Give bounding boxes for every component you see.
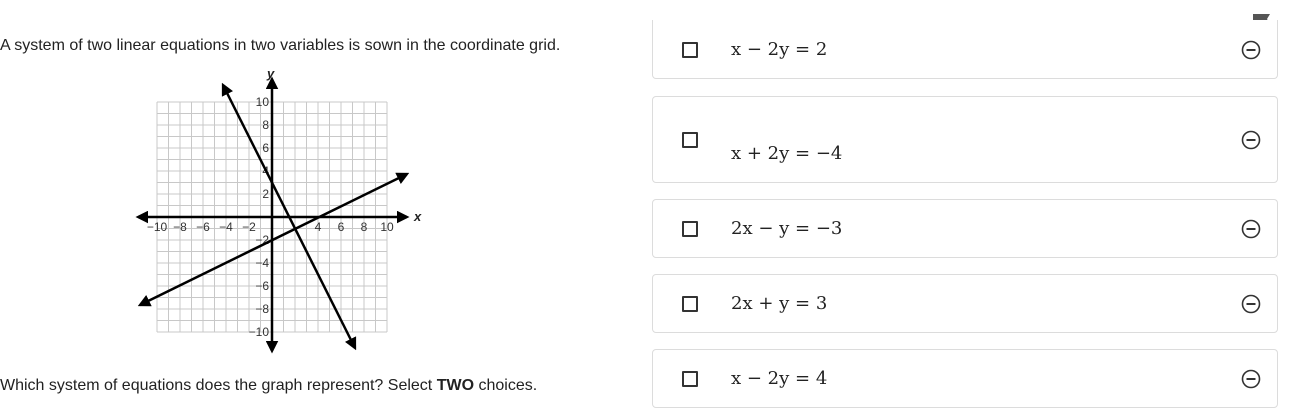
minus-circle-icon[interactable]: [1241, 369, 1261, 389]
minus-circle-icon[interactable]: [1241, 130, 1261, 150]
choice-lhs: 2x + y: [731, 293, 790, 314]
answer-choice-3[interactable]: 2x − y = −3: [652, 199, 1278, 258]
minus-circle-icon[interactable]: [1241, 294, 1261, 314]
y-tick-label: −4: [255, 256, 269, 270]
axes: [135, 76, 410, 354]
checkbox-icon[interactable]: [682, 371, 698, 387]
choice-equation: x − 2y = 2: [731, 39, 828, 60]
checkbox-icon[interactable]: [682, 221, 698, 237]
choice-rhs: −4: [815, 143, 843, 164]
y-tick-label: 10: [256, 95, 270, 109]
answer-choice-5[interactable]: x − 2y = 4: [652, 349, 1278, 408]
x-tick-label: −4: [219, 220, 233, 234]
choice-lhs: x − 2y: [731, 39, 790, 60]
question-text: Which system of equations does the graph…: [0, 377, 537, 395]
question-before: Which system of equations does the graph…: [0, 377, 437, 394]
choice-lhs: x + 2y: [731, 143, 790, 164]
choice-rhs: 3: [815, 293, 828, 314]
choice-lhs: 2x − y: [731, 218, 790, 239]
coordinate-graph: −10 −8 −6 −4 −2 4 6 8 10 10 8 6 4 2 −2 −4 −6 −8 −10 x y: [130, 62, 430, 357]
choice-rhs: −3: [815, 218, 843, 239]
y-tick-label: 2: [262, 187, 269, 201]
choice-rhs: 2: [815, 39, 828, 60]
checkbox-icon[interactable]: [682, 42, 698, 58]
y-tick-label: 6: [262, 141, 269, 155]
answer-choice-1[interactable]: x − 2y = 2: [652, 20, 1278, 79]
y-tick-label: −6: [255, 279, 269, 293]
choice-rhs: 4: [815, 368, 828, 389]
x-axis-label: x: [413, 209, 422, 224]
x-tick-label: −6: [196, 220, 210, 234]
x-tick-label: 10: [380, 220, 394, 234]
answer-choice-4[interactable]: 2x + y = 3: [652, 274, 1278, 333]
choice-equation: 2x + y = 3: [731, 293, 828, 314]
answer-choice-2[interactable]: x + 2y = −4: [652, 96, 1278, 183]
question-after: choices.: [474, 377, 538, 394]
checkbox-icon[interactable]: [682, 132, 698, 148]
x-tick-label: 8: [361, 220, 368, 234]
choice-equation: 2x − y = −3: [731, 218, 843, 239]
choice-lhs: x − 2y: [731, 368, 790, 389]
y-tick-label: 8: [262, 118, 269, 132]
question-bold: TWO: [436, 377, 475, 394]
checkbox-icon[interactable]: [682, 296, 698, 312]
choice-equation: x + 2y = −4: [731, 143, 843, 164]
y-tick-label: −10: [249, 325, 270, 339]
minus-circle-icon[interactable]: [1241, 219, 1261, 239]
choice-equation: x − 2y = 4: [731, 368, 828, 389]
x-tick-label: −2: [242, 220, 256, 234]
x-tick-label: −10: [147, 220, 168, 234]
x-tick-label: 4: [315, 220, 322, 234]
question-page: A system of two linear equations in two …: [0, 0, 1310, 415]
prompt-text: A system of two linear equations in two …: [0, 37, 561, 54]
x-tick-labels: −10 −8 −6 −4 −2 4 6 8 10: [147, 220, 394, 234]
minus-circle-icon[interactable]: [1241, 40, 1261, 60]
x-tick-label: −8: [173, 220, 187, 234]
y-tick-label: −8: [255, 302, 269, 316]
y-axis-label: y: [266, 66, 275, 81]
x-tick-label: 6: [338, 220, 345, 234]
